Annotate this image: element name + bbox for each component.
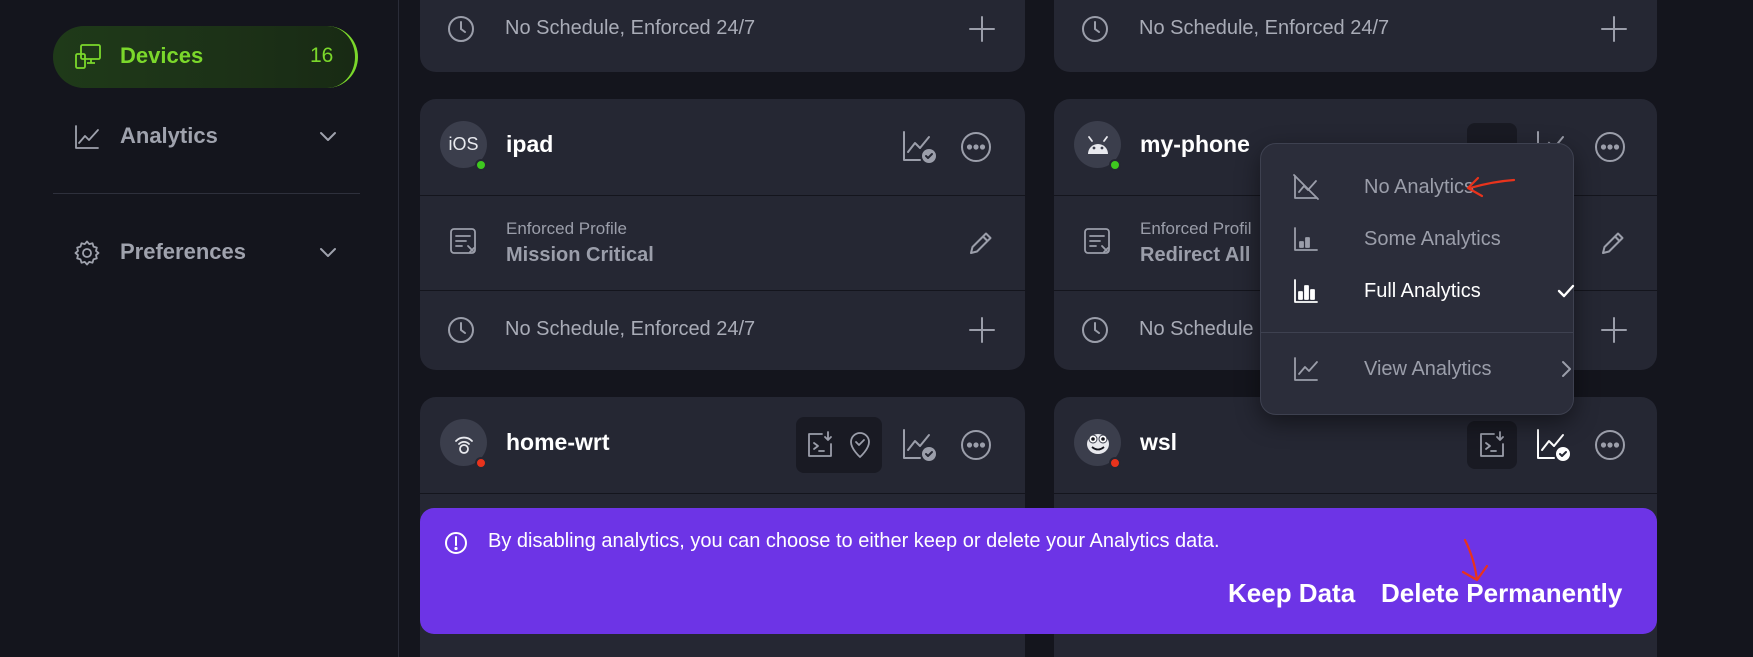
gear-icon	[74, 240, 100, 266]
more-options-button[interactable]	[1591, 426, 1629, 464]
add-schedule-button[interactable]	[1599, 315, 1629, 345]
device-count-badge: 16	[310, 44, 334, 67]
menu-item-label: Some Analytics	[1364, 228, 1501, 250]
online-status-dot	[1109, 159, 1121, 171]
chevron-down-icon	[320, 132, 336, 141]
terminal-download-icon[interactable]	[804, 429, 836, 461]
add-schedule-button[interactable]	[967, 315, 997, 345]
device-name: wsl	[1140, 429, 1178, 455]
more-options-button[interactable]	[957, 426, 995, 464]
sidebar-item-devices[interactable]: Devices 16	[53, 26, 358, 88]
device-name: my-phone	[1140, 131, 1250, 157]
analytics-enabled-icon[interactable]	[900, 128, 938, 166]
schedule-text: No Schedule, Enforced 24/7	[505, 318, 756, 340]
device-header: iOS ipad	[420, 99, 1025, 195]
linux-penguin-icon	[1086, 433, 1109, 454]
clock-icon	[1082, 317, 1108, 343]
device-header: home-wrt	[420, 397, 1025, 493]
chevron-down-icon	[320, 248, 336, 257]
menu-item-label: No Analytics	[1364, 176, 1475, 198]
profile-label: Enforced Profile	[506, 219, 627, 238]
router-icon	[454, 436, 473, 454]
keep-data-button[interactable]: Keep Data	[1228, 578, 1355, 609]
sidebar-item-analytics[interactable]: Analytics	[53, 111, 358, 161]
edit-profile-button[interactable]	[1599, 229, 1627, 257]
chevron-right-icon	[1562, 361, 1571, 377]
online-status-dot	[475, 159, 487, 171]
schedule-row: No Schedule, Enforced 24/7	[420, 290, 1025, 370]
clock-icon	[448, 317, 474, 343]
line-chart-icon	[1294, 357, 1318, 381]
device-card-ipad: iOS ipad Enforced Profile Mission Critic…	[420, 99, 1025, 370]
more-options-button[interactable]	[1591, 128, 1629, 166]
menu-item-some-analytics[interactable]: Some Analytics	[1291, 219, 1553, 259]
add-schedule-button[interactable]	[1599, 14, 1629, 44]
menu-item-full-analytics[interactable]: Full Analytics	[1291, 271, 1575, 311]
profile-list-icon	[450, 228, 476, 254]
menu-item-label: View Analytics	[1364, 358, 1492, 380]
sidebar-item-label: Devices	[120, 43, 204, 68]
schedule-text: No Schedule, Enforced 24/7	[505, 17, 756, 39]
edit-profile-button[interactable]	[967, 229, 995, 257]
profile-value: Mission Critical	[506, 244, 654, 266]
avatar-label: iOS	[448, 134, 479, 154]
location-pin-icon[interactable]	[844, 429, 876, 461]
clock-icon	[1082, 16, 1108, 42]
offline-status-dot	[475, 457, 487, 469]
profile-value: Redirect All	[1140, 244, 1251, 266]
sidebar-divider	[53, 193, 360, 194]
annotation-arrow-icon	[1461, 538, 1489, 582]
add-schedule-button[interactable]	[967, 14, 997, 44]
menu-item-view-analytics[interactable]: View Analytics	[1291, 349, 1571, 389]
bar-chart-full-icon	[1294, 279, 1318, 303]
profile-row: Enforced Profile Mission Critical	[420, 195, 1025, 290]
analytics-dropdown-menu: No Analytics Some Analytics Full Analyti…	[1260, 143, 1575, 415]
schedule-text: No Schedule, Enforced 24/7	[1139, 17, 1390, 39]
more-options-button[interactable]	[957, 128, 995, 166]
devices-icon	[75, 44, 101, 69]
terminal-download-icon[interactable]	[1476, 429, 1508, 461]
device-actions-group	[796, 417, 882, 473]
sidebar-item-label: Preferences	[120, 239, 246, 264]
delete-permanently-button[interactable]: Delete Permanently	[1381, 578, 1622, 609]
profile-list-icon	[1084, 228, 1110, 254]
profile-label: Enforced Profil	[1140, 219, 1252, 238]
clock-icon	[448, 16, 474, 42]
sidebar-item-preferences[interactable]: Preferences	[53, 227, 358, 277]
info-icon	[445, 532, 467, 554]
device-card: No Schedule, Enforced 24/7	[1054, 0, 1657, 72]
device-actions-group	[1467, 421, 1517, 469]
bar-chart-low-icon	[1294, 227, 1318, 251]
menu-item-label: Full Analytics	[1364, 280, 1481, 302]
device-card: No Schedule, Enforced 24/7	[420, 0, 1025, 72]
line-chart-icon	[75, 125, 99, 149]
menu-divider	[1261, 332, 1573, 333]
schedule-text: No Schedule	[1139, 318, 1254, 340]
analytics-enabled-icon[interactable]	[1534, 426, 1572, 464]
device-name: home-wrt	[506, 429, 610, 455]
banner-message: By disabling analytics, you can choose t…	[488, 530, 1220, 552]
analytics-enabled-icon[interactable]	[900, 426, 938, 464]
sidebar-item-label: Analytics	[120, 123, 218, 148]
annotation-arrow-icon	[1466, 176, 1516, 198]
sidebar: Devices 16 Analytics Preferences	[0, 0, 399, 657]
checkmark-icon	[1557, 284, 1575, 298]
android-icon	[1087, 135, 1108, 154]
analytics-off-icon	[1293, 174, 1319, 200]
offline-status-dot	[1109, 457, 1121, 469]
device-name: ipad	[506, 131, 554, 157]
